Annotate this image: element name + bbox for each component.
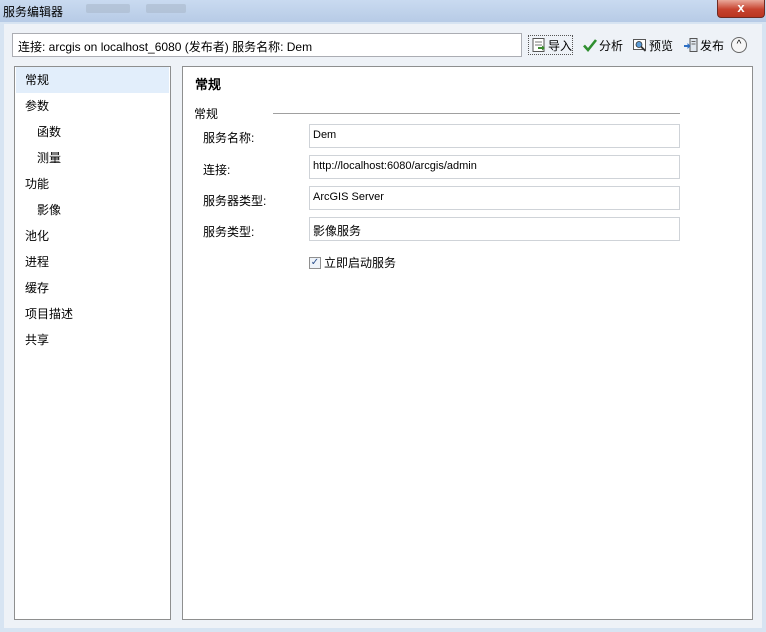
sidebar-item-functions[interactable]: 函数 <box>15 119 170 145</box>
checkmark-icon <box>582 37 598 53</box>
sidebar-item-general[interactable]: 常规 <box>16 67 169 93</box>
close-button[interactable]: x <box>717 0 765 18</box>
chevron-up-icon: ^ <box>736 39 742 50</box>
analyze-label: 分析 <box>599 38 624 53</box>
sidebar-item-imagery[interactable]: 影像 <box>15 197 170 223</box>
start-service-checkbox[interactable]: ✓ <box>309 256 321 269</box>
connection-label: 连接: <box>203 163 231 177</box>
group-label: 常规 <box>194 107 219 121</box>
import-label: 导入 <box>548 38 573 53</box>
import-button[interactable]: 导入 <box>528 35 573 55</box>
server-type-field[interactable]: ArcGIS Server <box>309 186 680 210</box>
sidebar-item-pooling[interactable]: 池化 <box>15 223 170 249</box>
service-type-field[interactable]: 影像服务 <box>309 217 680 241</box>
analyze-button[interactable]: 分析 <box>582 35 623 55</box>
page-title: 常规 <box>195 77 222 92</box>
publish-button[interactable]: 发布 <box>683 35 724 55</box>
collapse-toolbar-button[interactable]: ^ <box>731 37 747 53</box>
sidebar-item-sharing[interactable]: 共享 <box>15 327 170 353</box>
general-settings-panel: 常规 常规 服务名称: Dem 连接: http://localhost:608… <box>182 66 753 620</box>
service-type-label: 服务类型: <box>203 225 255 239</box>
window-title: 服务编辑器 <box>3 5 64 19</box>
import-icon <box>531 37 547 53</box>
start-service-option: ✓ 立即启动服务 <box>309 254 396 271</box>
title-bar: 服务编辑器 x <box>0 0 766 22</box>
title-tab-blur <box>146 4 186 13</box>
group-divider <box>273 113 680 114</box>
connection-info-field[interactable]: 连接: arcgis on localhost_6080 (发布者) 服务名称:… <box>12 33 522 57</box>
sidebar-item-parameters[interactable]: 参数 <box>15 93 170 119</box>
sidebar-item-capabilities[interactable]: 功能 <box>15 171 170 197</box>
close-icon: x <box>737 0 745 15</box>
publish-server-icon <box>683 37 699 53</box>
preview-icon <box>632 37 648 53</box>
sidebar-item-processes[interactable]: 进程 <box>15 249 170 275</box>
server-type-label: 服务器类型: <box>203 194 267 208</box>
preview-button[interactable]: 预览 <box>632 35 673 55</box>
sidebar-item-measurement[interactable]: 测量 <box>15 145 170 171</box>
start-service-label: 立即启动服务 <box>324 256 397 270</box>
title-tab-blur <box>86 4 130 13</box>
connection-url-field[interactable]: http://localhost:6080/arcgis/admin <box>309 155 680 179</box>
service-name-label: 服务名称: <box>203 131 255 145</box>
service-name-field[interactable]: Dem <box>309 124 680 148</box>
preview-label: 预览 <box>649 38 674 53</box>
sidebar-item-item-description[interactable]: 项目描述 <box>15 301 170 327</box>
sidebar-item-caching[interactable]: 缓存 <box>15 275 170 301</box>
sidebar-nav: 常规 参数 函数 测量 功能 影像 池化 进程 缓存 项目描述 共享 <box>14 66 171 620</box>
publish-label: 发布 <box>700 38 725 53</box>
